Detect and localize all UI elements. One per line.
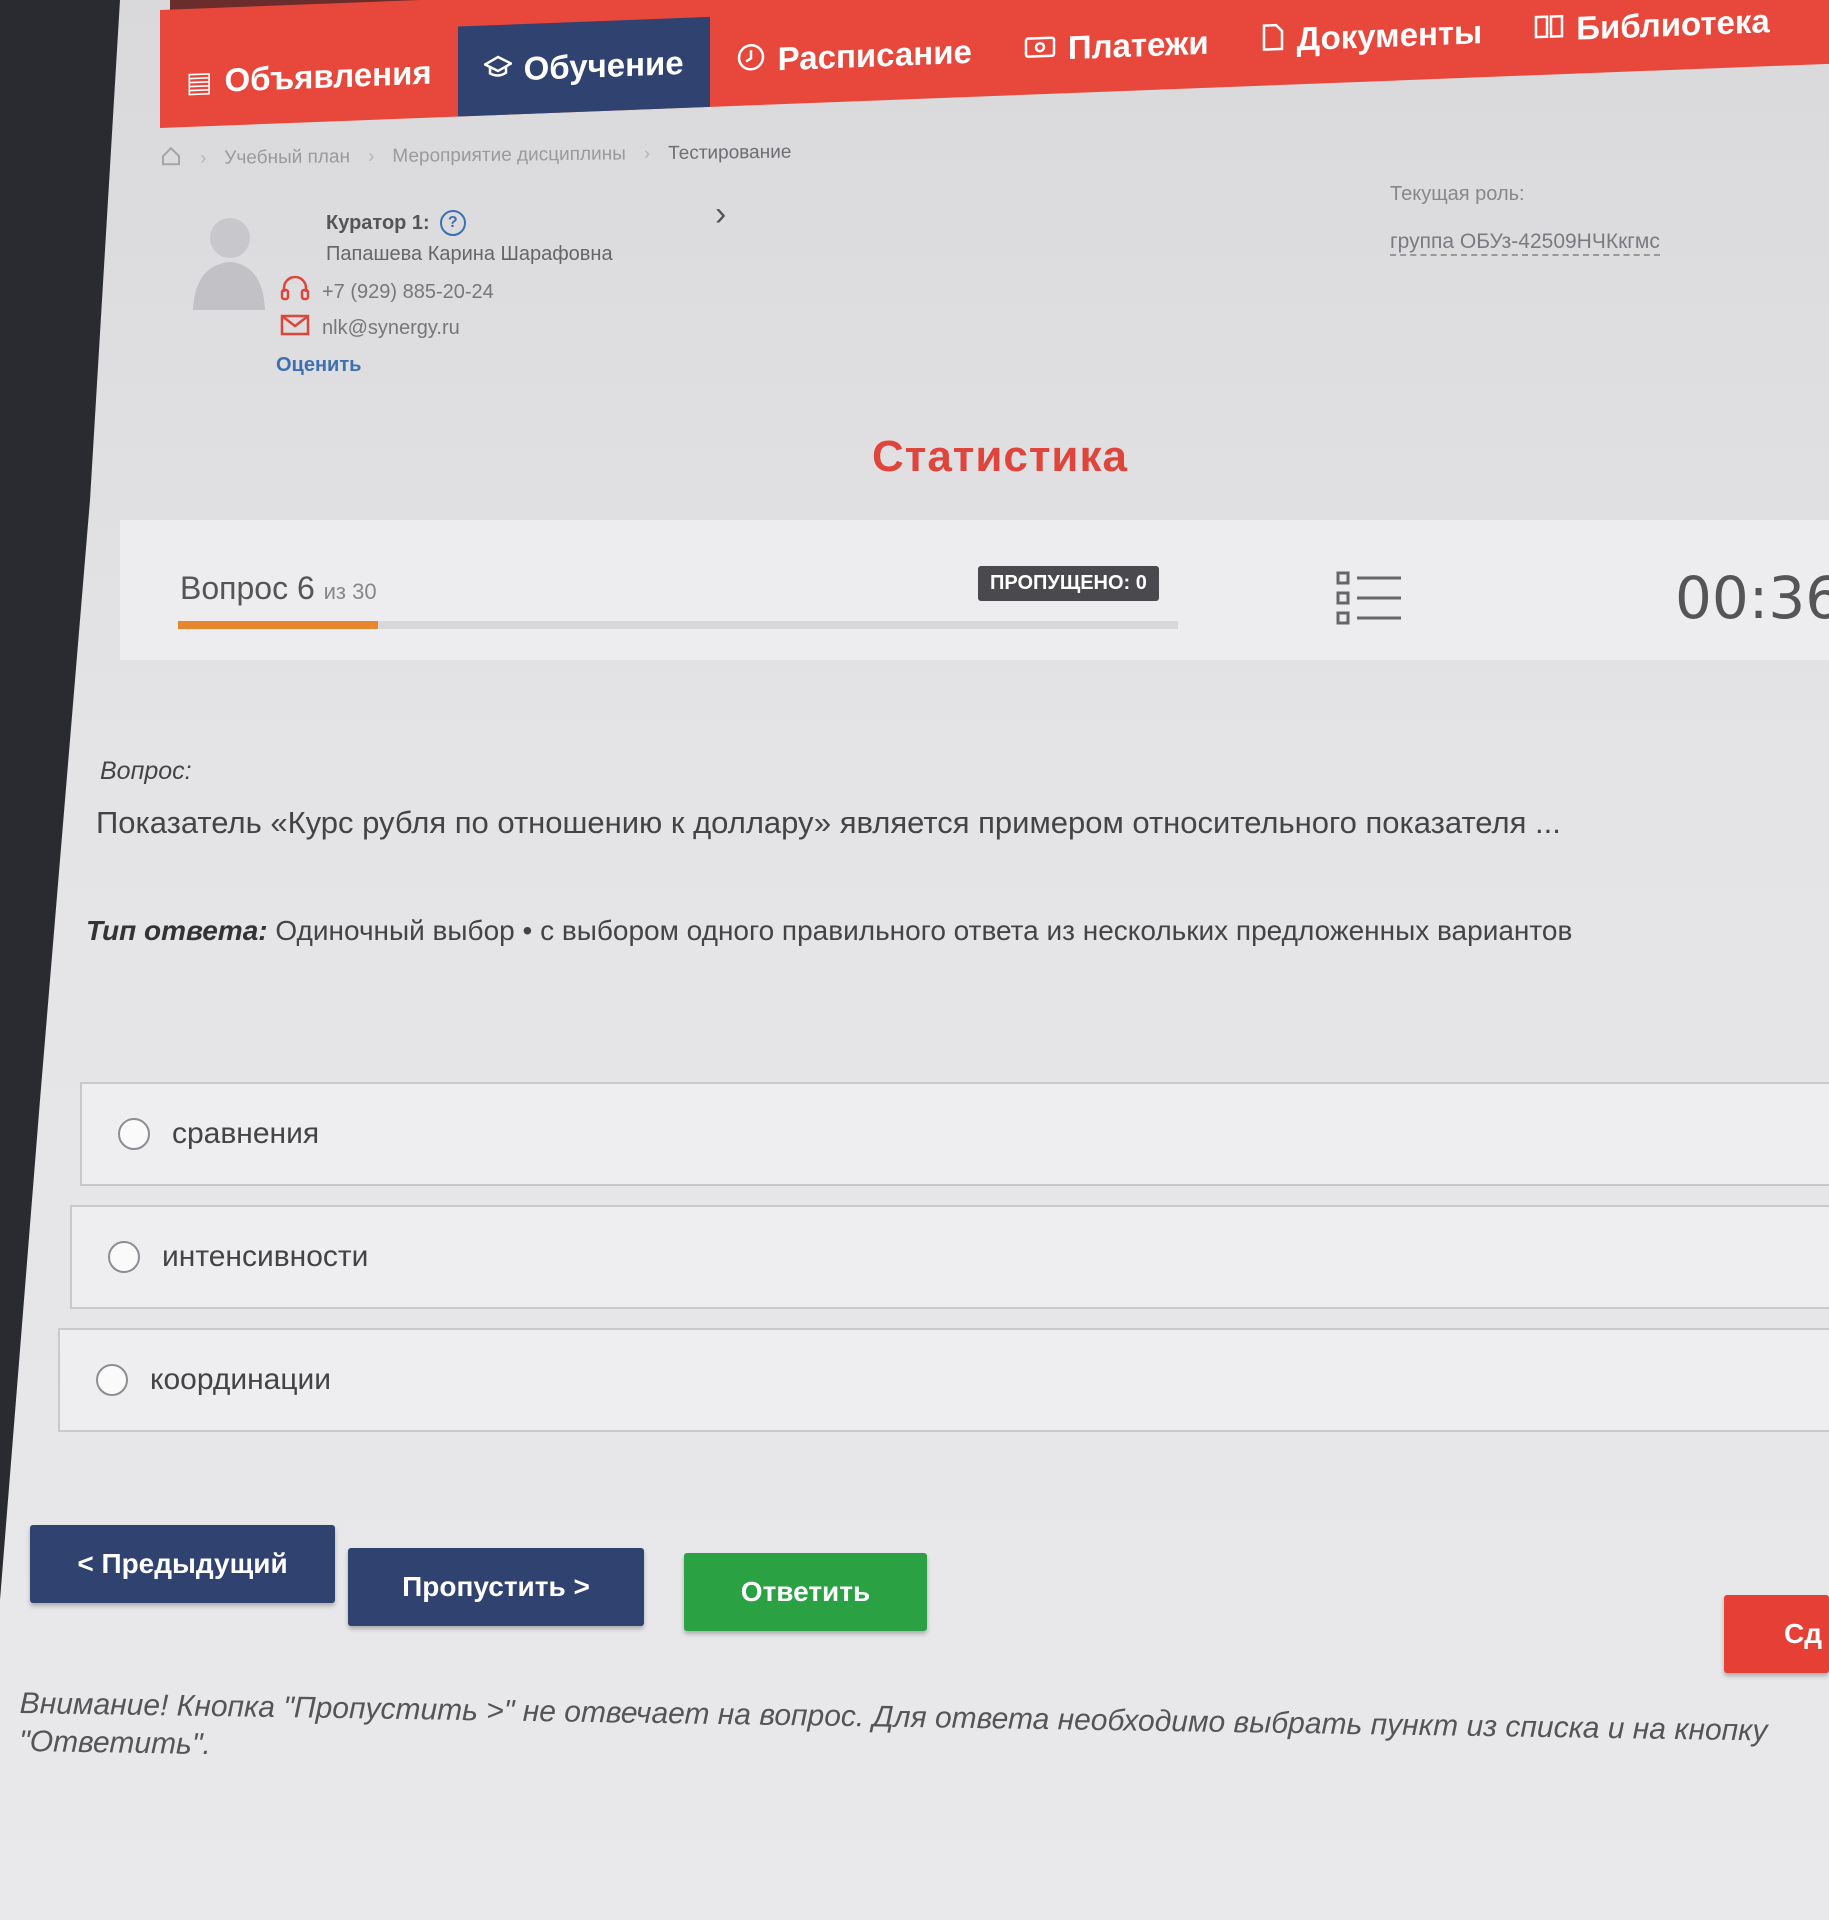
nav-item-label: Объявления bbox=[224, 53, 432, 99]
progress-bar bbox=[178, 621, 1178, 629]
curator-name: Папашева Карина Шарафовна bbox=[326, 243, 613, 265]
nav-item-label: Документы bbox=[1296, 13, 1483, 58]
nav-item-payments[interactable]: Платежи bbox=[998, 0, 1235, 96]
breadcrumb-item[interactable]: Мероприятие дисциплины bbox=[392, 143, 626, 167]
document-icon bbox=[1261, 22, 1285, 58]
nav-item-schedule[interactable]: Расписание bbox=[710, 6, 998, 107]
question-label: Вопрос: bbox=[100, 757, 192, 785]
graduation-cap-icon bbox=[481, 53, 514, 86]
option-text: интенсивности bbox=[162, 1240, 369, 1273]
nav-item-label: Платежи bbox=[1067, 23, 1209, 67]
breadcrumb-separator: › bbox=[643, 143, 651, 165]
option-text: координации bbox=[150, 1363, 332, 1396]
skipped-badge: ПРОПУЩЕНО: 0 bbox=[978, 566, 1159, 601]
answer-type-value: Одиночный выбор • с выбором одного прави… bbox=[275, 915, 1573, 946]
clock-icon bbox=[736, 41, 766, 79]
curator-email: nlk@synergy.ru bbox=[280, 314, 460, 342]
rate-link[interactable]: Оценить bbox=[276, 354, 361, 377]
money-icon bbox=[1024, 33, 1056, 66]
breadcrumb-current: Тестирование bbox=[668, 141, 792, 164]
nav-item-documents[interactable]: Документы bbox=[1235, 0, 1509, 87]
headset-icon bbox=[280, 275, 310, 308]
nav-item-label: Обучение bbox=[523, 43, 684, 88]
progress-fill bbox=[178, 621, 378, 629]
breadcrumb-separator: › bbox=[367, 146, 375, 168]
nav-item-label: Библиотека bbox=[1576, 2, 1770, 47]
nav-item-library[interactable]: Библиотека bbox=[1508, 0, 1796, 76]
radio-button[interactable] bbox=[118, 1118, 150, 1150]
home-icon[interactable] bbox=[160, 145, 182, 173]
curator-phone: +7 (929) 885-20-24 bbox=[280, 275, 494, 308]
question-list-icon[interactable] bbox=[1335, 570, 1405, 626]
help-icon[interactable]: ? bbox=[439, 210, 466, 236]
email-text[interactable]: nlk@synergy.ru bbox=[322, 317, 460, 340]
role-selector[interactable]: группа ОБУз-42509НЧКкгмс bbox=[1390, 230, 1660, 256]
timer: 00:36 bbox=[1675, 564, 1829, 632]
answer-type: Тип ответа: Одиночный выбор • с выбором … bbox=[86, 915, 1572, 947]
test-status-bar: Вопрос 6 из 30 ПРОПУЩЕНО: 0 00:36 bbox=[120, 520, 1829, 660]
previous-button[interactable]: < Предыдущий bbox=[30, 1525, 335, 1603]
answer-button[interactable]: Ответить bbox=[684, 1553, 927, 1631]
answer-option[interactable]: сравнения bbox=[80, 1082, 1829, 1186]
curator-title: Куратор 1: ? bbox=[326, 210, 466, 236]
mail-icon bbox=[280, 314, 310, 342]
nav-item-announcements[interactable]: ▤ Объявления bbox=[160, 27, 458, 128]
question-number: Вопрос 6 bbox=[180, 570, 315, 606]
nav-item-education[interactable]: Обучение bbox=[457, 16, 710, 117]
main-nav: ▤ Объявления Обучение Расписание Платежи bbox=[160, 0, 1829, 129]
newspaper-icon: ▤ bbox=[186, 65, 213, 98]
avatar bbox=[193, 218, 265, 310]
role-label: Текущая роль: bbox=[1390, 183, 1525, 205]
breadcrumb-separator: › bbox=[199, 147, 207, 169]
finish-button[interactable]: Сд bbox=[1724, 1595, 1829, 1673]
question-text: Показатель «Курс рубля по отношению к до… bbox=[96, 805, 1561, 840]
nav-item-label: Расписание bbox=[777, 32, 972, 78]
answer-option[interactable]: интенсивности bbox=[70, 1205, 1829, 1309]
option-text: сравнения bbox=[172, 1117, 320, 1150]
radio-button[interactable] bbox=[108, 1241, 140, 1273]
skip-warning: Внимание! Кнопка "Пропустить >" не отвеч… bbox=[18, 1686, 1768, 1761]
breadcrumb-item[interactable]: Учебный план bbox=[224, 146, 350, 169]
breadcrumb: › Учебный план › Мероприятие дисциплины … bbox=[160, 139, 792, 174]
screen: ▤ Объявления Обучение Расписание Платежи bbox=[0, 0, 1829, 1920]
question-total: из 30 bbox=[323, 579, 377, 604]
page-title: Статистика bbox=[872, 432, 1128, 481]
radio-button[interactable] bbox=[96, 1364, 128, 1396]
skip-button[interactable]: Пропустить > bbox=[348, 1548, 644, 1626]
chevron-right-icon[interactable]: › bbox=[715, 195, 726, 234]
answer-type-label: Тип ответа: bbox=[86, 915, 268, 946]
curator-title-text: Куратор 1: bbox=[326, 211, 430, 234]
question-counter: Вопрос 6 из 30 bbox=[180, 570, 377, 607]
answer-option[interactable]: координации bbox=[58, 1328, 1829, 1432]
phone-text: +7 (929) 885-20-24 bbox=[322, 280, 494, 303]
book-icon bbox=[1534, 13, 1564, 47]
